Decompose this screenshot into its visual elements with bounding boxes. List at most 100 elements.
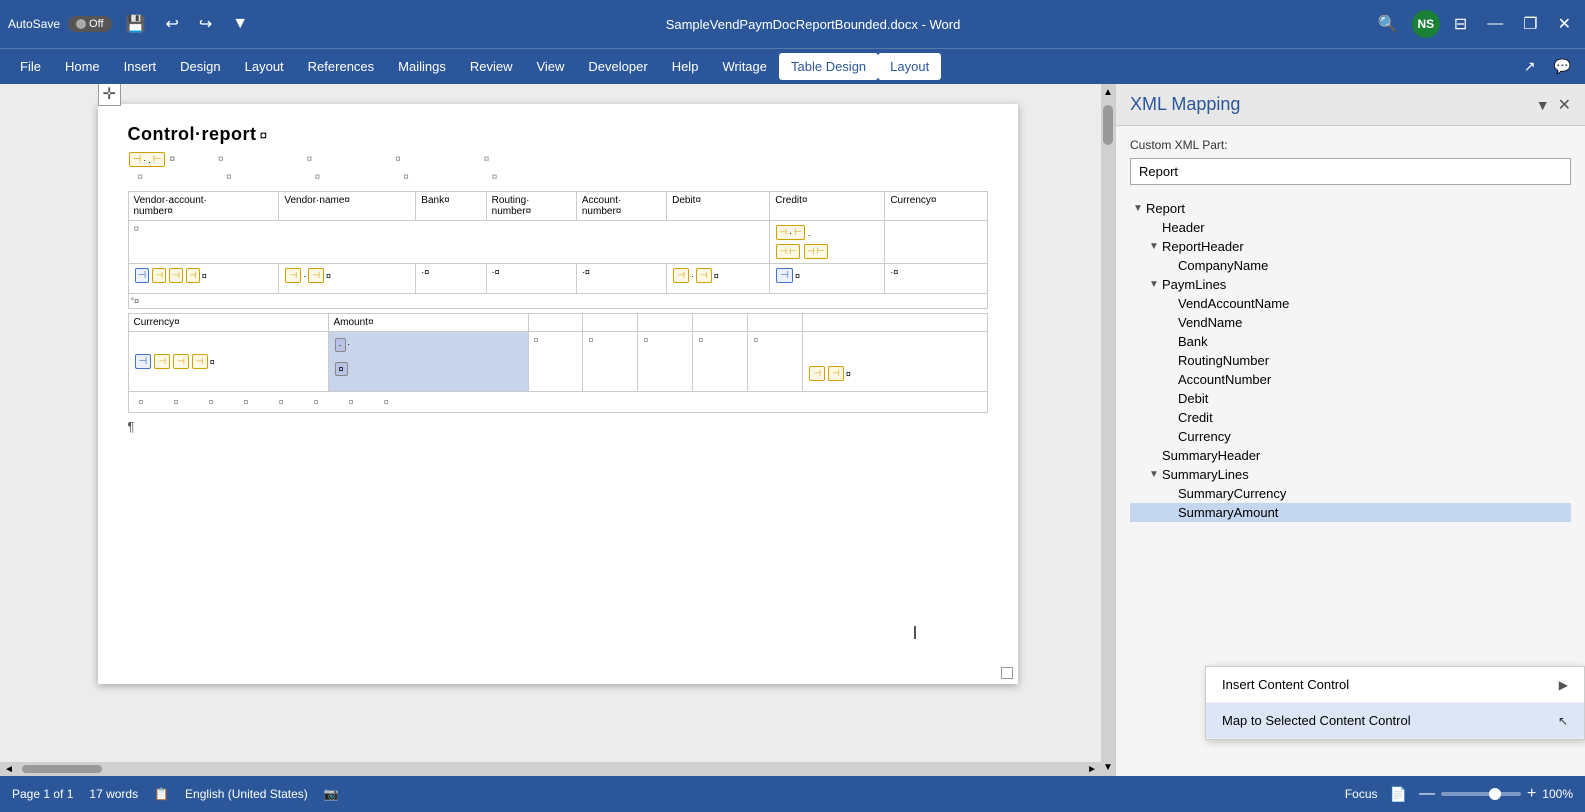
cc-sumcurr-1[interactable]: ⊣ bbox=[135, 354, 152, 369]
tree-node-accountnumber[interactable]: AccountNumber bbox=[1130, 370, 1571, 389]
menu-item-help[interactable]: Help bbox=[660, 53, 711, 80]
tree-node-summarycurrency[interactable]: SummaryCurrency bbox=[1130, 484, 1571, 503]
cc-credit-blue[interactable]: ⊣ bbox=[776, 268, 793, 283]
menu-item-layout[interactable]: Layout bbox=[233, 53, 296, 80]
scroll-thumb[interactable] bbox=[1103, 105, 1113, 145]
status-page-info[interactable]: Page 1 of 1 bbox=[12, 787, 73, 801]
tree-node-currency[interactable]: Currency bbox=[1130, 427, 1571, 446]
autosave-toggle[interactable]: Off bbox=[68, 16, 111, 32]
menu-item-view[interactable]: View bbox=[524, 53, 576, 80]
xml-panel-close-button[interactable]: ✕ bbox=[1558, 95, 1571, 115]
menu-item-file[interactable]: File bbox=[8, 53, 53, 80]
status-track-changes-icon[interactable]: 📷 bbox=[324, 787, 339, 801]
tree-node-debit[interactable]: Debit bbox=[1130, 389, 1571, 408]
menu-item-home[interactable]: Home bbox=[53, 53, 112, 80]
status-zoom-controls[interactable]: — + 100% bbox=[1419, 785, 1573, 803]
cc-vname-2[interactable]: ⊣ bbox=[308, 268, 324, 283]
status-view-icons[interactable]: 📄 bbox=[1390, 786, 1407, 803]
avatar[interactable]: NS bbox=[1412, 10, 1440, 38]
tree-node-vendname[interactable]: VendName bbox=[1130, 313, 1571, 332]
tree-node-summaryamount[interactable]: SummaryAmount bbox=[1130, 503, 1571, 522]
menu-item-mailings[interactable]: Mailings bbox=[386, 53, 458, 80]
zoom-slider[interactable] bbox=[1441, 792, 1521, 796]
cc-sumcurr-4[interactable]: ⊣ bbox=[192, 354, 208, 369]
scroll-right-arrow[interactable]: ► bbox=[1083, 762, 1101, 777]
table-row-routing: ·¤ bbox=[486, 264, 576, 294]
tree-node-reportheader[interactable]: ▼ ReportHeader bbox=[1130, 237, 1571, 256]
cc-sumcurr-3[interactable]: ⊣ bbox=[173, 354, 189, 369]
tree-expand-reportheader[interactable]: ▼ bbox=[1146, 241, 1162, 252]
col-empty-6 bbox=[693, 314, 748, 332]
status-focus-button[interactable]: Focus bbox=[1345, 787, 1378, 801]
comments-button[interactable]: 💬 bbox=[1548, 54, 1577, 79]
cc-amount-1[interactable]: · bbox=[335, 338, 346, 352]
search-button[interactable]: 🔍 bbox=[1372, 10, 1404, 38]
status-language[interactable]: English (United States) bbox=[185, 787, 308, 801]
tree-node-summarylines[interactable]: ▼ SummaryLines bbox=[1130, 465, 1571, 484]
save-button[interactable]: 💾 bbox=[120, 10, 152, 38]
cc-sumcurr-2[interactable]: ⊣ bbox=[154, 354, 170, 369]
menu-item-references[interactable]: References bbox=[296, 53, 386, 80]
scrollbar-horizontal[interactable]: ◄ ► bbox=[0, 762, 1101, 776]
menu-item-writage[interactable]: Writage bbox=[710, 53, 779, 80]
tree-label-routingnumber: RoutingNumber bbox=[1178, 353, 1269, 368]
menu-item-developer[interactable]: Developer bbox=[576, 53, 659, 80]
cc-vend-1[interactable]: ⊣ bbox=[135, 268, 150, 283]
scroll-left-arrow[interactable]: ◄ bbox=[0, 762, 18, 777]
close-button[interactable]: ✕ bbox=[1552, 10, 1577, 38]
tree-expand-report[interactable]: ▼ bbox=[1130, 203, 1146, 214]
tree-expand-summarylines[interactable]: ▼ bbox=[1146, 469, 1162, 480]
menu-item-insert[interactable]: Insert bbox=[112, 53, 169, 80]
xml-panel-pin-button[interactable]: ▼ bbox=[1536, 97, 1550, 113]
cc-last-1[interactable]: ⊣ bbox=[809, 366, 825, 381]
cc-inline-1[interactable]: ⊣·.⊢ bbox=[129, 152, 166, 167]
zoom-thumb[interactable] bbox=[1489, 788, 1501, 800]
status-proofing-icon[interactable]: 📋 bbox=[154, 787, 169, 801]
resize-handle[interactable] bbox=[1001, 667, 1013, 679]
context-insert-content-control[interactable]: Insert Content Control ▶ bbox=[1206, 667, 1584, 703]
tree-expand-paymlines[interactable]: ▼ bbox=[1146, 279, 1162, 290]
restore-button[interactable]: ❐ bbox=[1517, 10, 1543, 38]
customize-qat-button[interactable]: ▼ bbox=[226, 11, 254, 37]
summary-row-amount[interactable]: · . ¤ bbox=[328, 332, 528, 392]
cc-amount-2[interactable]: ¤ bbox=[335, 362, 348, 376]
menu-item-design[interactable]: Design bbox=[168, 53, 232, 80]
tree-node-companyname[interactable]: CompanyName bbox=[1130, 256, 1571, 275]
tree-node-vendaccountname[interactable]: VendAccountName bbox=[1130, 294, 1571, 313]
cc-debit-2[interactable]: ⊣ bbox=[696, 268, 712, 283]
redo-button[interactable]: ↪ bbox=[193, 10, 218, 38]
cc-vend-2[interactable]: ⊣ bbox=[152, 268, 166, 283]
scroll-down-arrow[interactable]: ▼ bbox=[1100, 759, 1115, 776]
custom-xml-dropdown[interactable]: Report bbox=[1130, 158, 1571, 185]
share-button[interactable]: ↗ bbox=[1518, 54, 1542, 79]
tree-node-paymlines[interactable]: ▼ PaymLines bbox=[1130, 275, 1571, 294]
doc-scroll[interactable]: ▲ ▼ ✛ Control·report ¤ ⊣·.⊢ ¤ bbox=[0, 84, 1115, 776]
cc-last-2[interactable]: ⊣ bbox=[828, 366, 844, 381]
scroll-hthumb[interactable] bbox=[22, 765, 102, 773]
tree-node-summaryheader[interactable]: SummaryHeader bbox=[1130, 446, 1571, 465]
menu-item-review[interactable]: Review bbox=[458, 53, 525, 80]
context-map-to-selected[interactable]: Map to Selected Content Control ↖ bbox=[1206, 703, 1584, 739]
scrollbar-vertical[interactable]: ▲ ▼ bbox=[1101, 84, 1115, 776]
cc-credit-1[interactable]: ⊣·⊢ bbox=[776, 225, 805, 240]
cc-vend-3[interactable]: ⊣ bbox=[169, 268, 183, 283]
tree-node-credit[interactable]: Credit bbox=[1130, 408, 1571, 427]
cc-vname-1[interactable]: ⊣ bbox=[285, 268, 301, 283]
menu-item-table-design[interactable]: Table Design bbox=[779, 53, 878, 80]
cc-debit-1[interactable]: ⊣ bbox=[673, 268, 689, 283]
minimize-button[interactable]: — bbox=[1481, 11, 1509, 37]
ribbon-display-button[interactable]: ⊟ bbox=[1448, 10, 1473, 38]
scroll-up-arrow[interactable]: ▲ bbox=[1100, 84, 1115, 101]
tree-node-report[interactable]: ▼ Report bbox=[1130, 199, 1571, 218]
cc-credit-3[interactable]: ⊣⊢ bbox=[804, 244, 828, 259]
menu-item-layout-table[interactable]: Layout bbox=[878, 53, 941, 80]
move-handle[interactable]: ✛ bbox=[98, 84, 121, 106]
tree-label-summarycurrency: SummaryCurrency bbox=[1178, 486, 1286, 501]
undo-button[interactable]: ↩ bbox=[159, 10, 184, 38]
tree-node-routingnumber[interactable]: RoutingNumber bbox=[1130, 351, 1571, 370]
status-word-count[interactable]: 17 words bbox=[89, 787, 138, 801]
cc-credit-2[interactable]: ⊣⊢ bbox=[776, 244, 800, 259]
tree-node-bank[interactable]: Bank bbox=[1130, 332, 1571, 351]
cc-vend-4[interactable]: ⊣ bbox=[186, 268, 200, 283]
tree-node-header[interactable]: Header bbox=[1130, 218, 1571, 237]
